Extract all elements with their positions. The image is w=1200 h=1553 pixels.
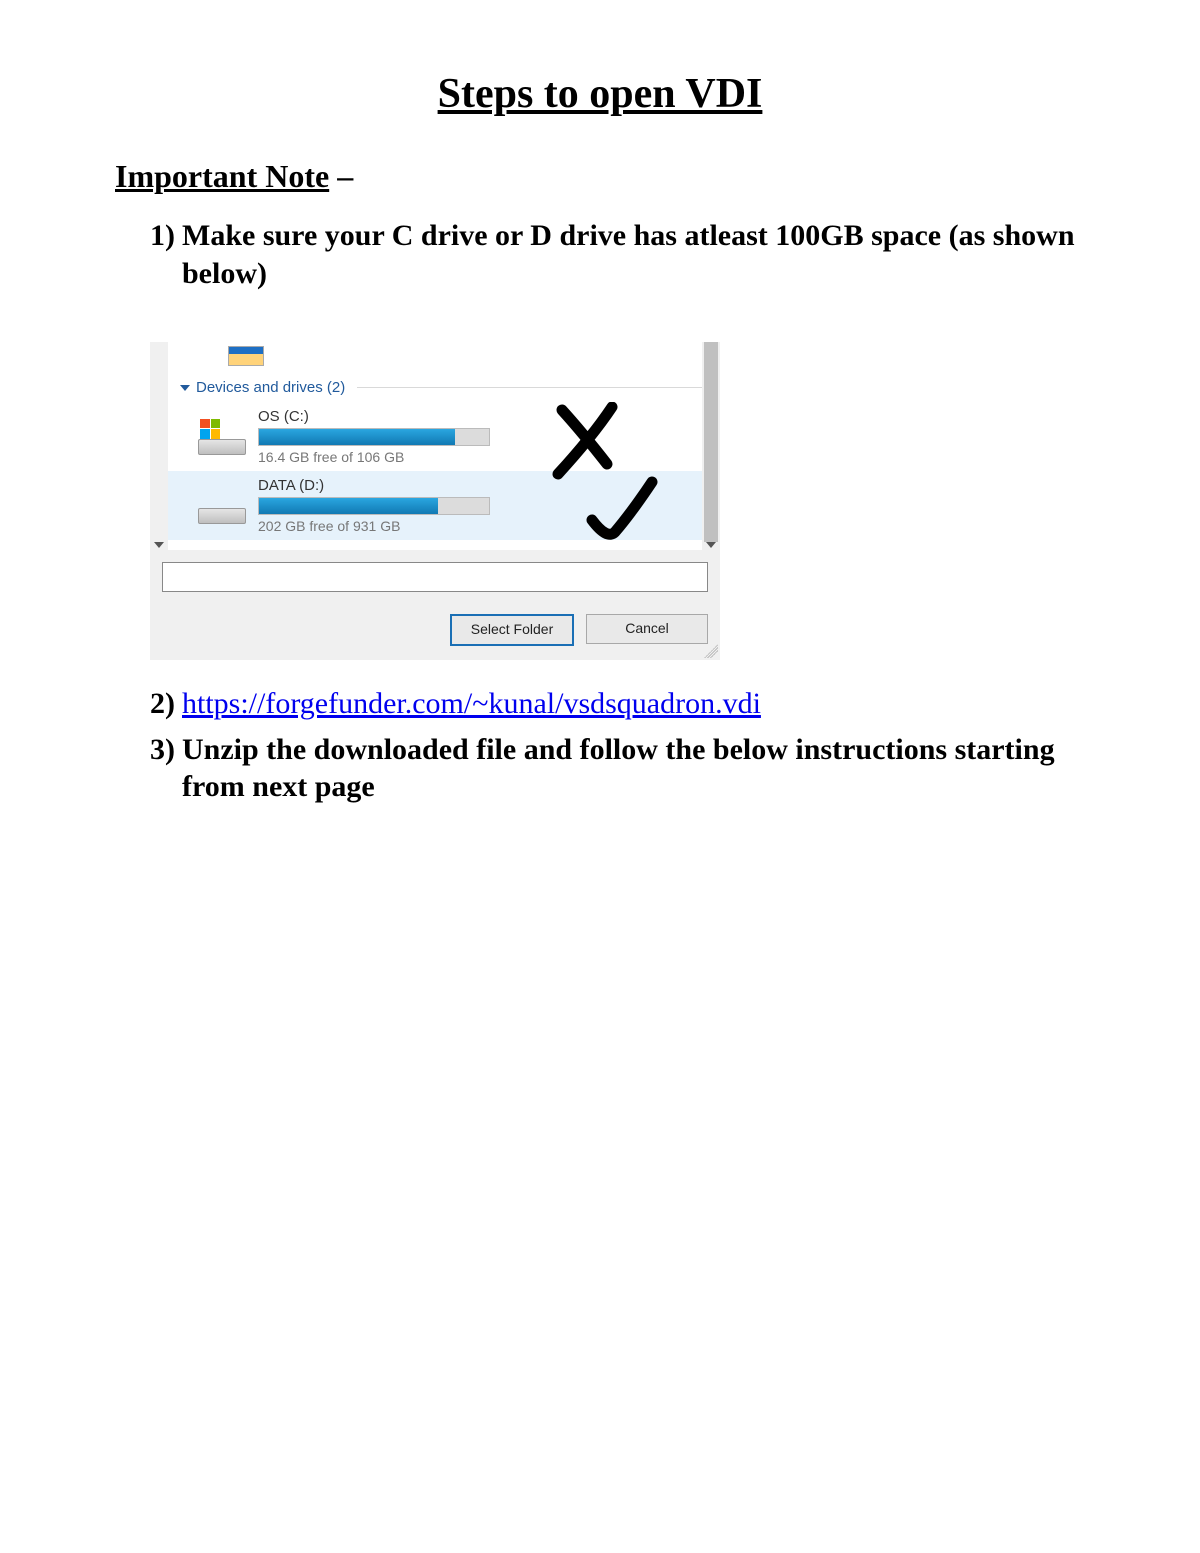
cancel-button[interactable]: Cancel <box>586 614 708 644</box>
devices-and-drives-header[interactable]: Devices and drives (2) <box>168 373 702 402</box>
drive-d-free-text: 202 GB free of 931 GB <box>258 518 488 534</box>
group-divider <box>357 387 702 388</box>
drive-d-name: DATA (D:) <box>258 477 488 494</box>
step-3: 3) Unzip the downloaded file and follow … <box>150 731 1085 806</box>
drive-d-icon <box>198 488 246 524</box>
left-scrollbar[interactable] <box>150 342 168 550</box>
scroll-down-icon <box>706 542 716 548</box>
drive-d-row[interactable]: DATA (D:) 202 GB free of 931 GB <box>168 471 702 540</box>
step-3-number: 3) <box>150 731 175 769</box>
drive-c-icon <box>198 419 246 455</box>
dialog-buttons-row: Select Folder Cancel <box>150 600 720 660</box>
important-note-dash: – <box>329 158 353 194</box>
step-1-text: Make sure your C drive or D drive has at… <box>182 219 1075 290</box>
drive-c-name: OS (C:) <box>258 408 488 425</box>
drive-c-usage-bar <box>258 428 490 446</box>
select-folder-button[interactable]: Select Folder <box>450 614 574 646</box>
page-title: Steps to open VDI <box>115 70 1085 118</box>
important-note-heading: Important Note – <box>115 158 1085 195</box>
scroll-down-icon <box>154 542 164 548</box>
devices-and-drives-label: Devices and drives (2) <box>196 379 345 396</box>
vdi-download-link[interactable]: https://forgefunder.com/~kunal/vsdsquadr… <box>182 687 761 720</box>
document-page: Steps to open VDI Important Note – 1) Ma… <box>0 0 1200 1553</box>
important-note-label: Important Note <box>115 158 329 194</box>
dialog-folder-name-row <box>150 550 720 600</box>
windows-logo-icon <box>200 419 220 439</box>
folder-thumbnail-icon <box>228 346 264 366</box>
scrollbar-thumb[interactable] <box>704 342 718 542</box>
step-3-text: Unzip the downloaded file and follow the… <box>182 733 1055 804</box>
disk-icon <box>198 439 246 455</box>
drive-c-free-text: 16.4 GB free of 106 GB <box>258 449 488 465</box>
drive-c-row[interactable]: OS (C:) 16.4 GB free of 106 GB <box>168 402 702 471</box>
drives-body: Devices and drives (2) OS (C:) 16.4 GB f… <box>168 342 702 550</box>
folder-name-input[interactable] <box>162 562 708 592</box>
right-scrollbar[interactable] <box>702 342 720 550</box>
dialog-drives-pane: Devices and drives (2) OS (C:) 16.4 GB f… <box>150 342 720 550</box>
step-1: 1) Make sure your C drive or D drive has… <box>150 217 1085 292</box>
step-2-number: 2) <box>150 685 175 723</box>
windows-folder-dialog: Devices and drives (2) OS (C:) 16.4 GB f… <box>150 342 720 660</box>
drive-c-info: OS (C:) 16.4 GB free of 106 GB <box>258 408 488 465</box>
steps-list-continued: 2) https://forgefunder.com/~kunal/vsdsqu… <box>150 685 1085 806</box>
resize-grip-icon[interactable] <box>704 644 718 658</box>
disk-icon <box>198 508 246 524</box>
chevron-down-icon <box>180 385 190 391</box>
drive-d-usage-bar <box>258 497 490 515</box>
step-1-number: 1) <box>150 217 175 255</box>
drive-d-info: DATA (D:) 202 GB free of 931 GB <box>258 477 488 534</box>
step-2: 2) https://forgefunder.com/~kunal/vsdsqu… <box>150 685 1085 723</box>
folder-thumbnail-row <box>168 342 702 373</box>
steps-list: 1) Make sure your C drive or D drive has… <box>150 217 1085 292</box>
